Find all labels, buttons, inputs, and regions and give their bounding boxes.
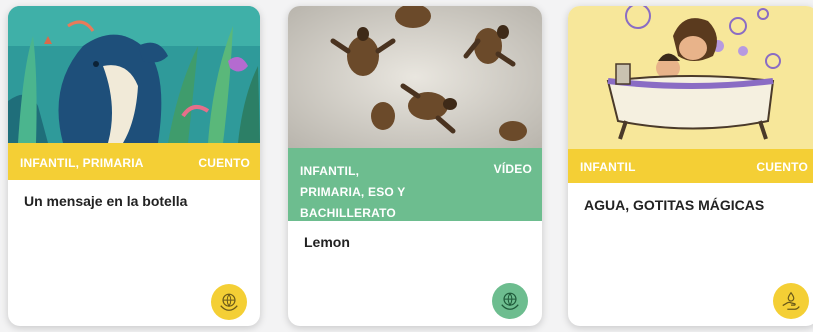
resource-card-mensaje-botella[interactable]: INFANTIL, PRIMARIA CUENTO Un mensaje en … — [8, 6, 260, 326]
hand-water-button[interactable] — [773, 283, 809, 319]
whale-illustration-thumbnail[interactable] — [8, 6, 260, 143]
resource-type: CUENTO — [756, 160, 808, 174]
category-band: INFANTIL CUENTO — [568, 149, 813, 183]
resource-title[interactable]: Un mensaje en la botella — [24, 193, 248, 209]
resource-type: CUENTO — [198, 156, 250, 170]
resource-card-lemon[interactable]: INFANTIL, PRIMARIA, ESO Y BACHILLERATO V… — [288, 6, 542, 326]
resource-title[interactable]: AGUA, GOTITAS MÁGICAS — [584, 197, 806, 213]
bathtub-illustration-thumbnail[interactable] — [568, 6, 813, 149]
category-band: INFANTIL, PRIMARIA CUENTO — [8, 143, 260, 180]
globe-hands-button[interactable] — [211, 284, 247, 320]
resource-card-agua-gotitas[interactable]: INFANTIL CUENTO AGUA, GOTITAS MÁGICAS — [568, 6, 813, 326]
education-levels: INFANTIL, PRIMARIA, ESO Y BACHILLERATO — [300, 164, 406, 220]
education-levels: INFANTIL, PRIMARIA — [20, 156, 144, 170]
resource-type: VÍDEO — [493, 162, 532, 176]
globe-hands-icon — [220, 293, 238, 311]
education-levels: INFANTIL — [580, 160, 636, 174]
globe-hands-icon — [501, 292, 519, 310]
globe-hands-button[interactable] — [492, 283, 528, 319]
resource-title[interactable]: Lemon — [304, 234, 530, 250]
category-band: INFANTIL, PRIMARIA, ESO Y BACHILLERATO V… — [288, 148, 542, 221]
sea-turtles-thumbnail[interactable] — [288, 6, 542, 148]
hand-water-icon — [782, 291, 800, 310]
